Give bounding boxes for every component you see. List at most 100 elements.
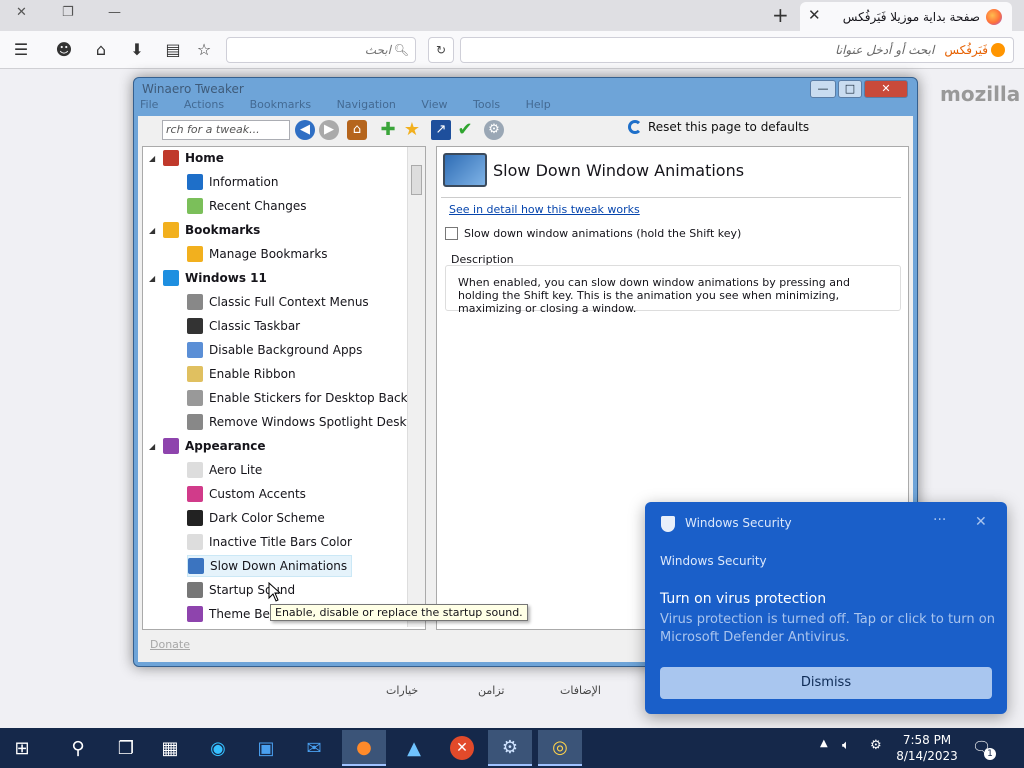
browser-toolbar: ☰ ☻ ⌂ ⬇ ▤ ☆ 🔍︎ ابحث ↻ فَيَرفُكس ابحث أو …	[0, 31, 1024, 69]
search-input[interactable]: 🔍︎ ابحث	[226, 37, 416, 63]
settings-taskbar-icon[interactable]: ⚙	[488, 730, 532, 766]
apply-check-icon[interactable]: ✔	[455, 120, 475, 140]
window-restore-button[interactable]: ❐	[62, 5, 74, 20]
tweak-detail-link[interactable]: See in detail how this tweak works	[449, 203, 640, 216]
mozilla-logo: mozilla	[940, 82, 1021, 106]
tree-item[interactable]: Manage Bookmarks	[187, 243, 328, 265]
donate-link[interactable]: Donate	[150, 638, 190, 651]
menu-help[interactable]: Help	[526, 98, 551, 111]
reload-button[interactable]: ↻	[428, 37, 454, 63]
add-bookmark-icon[interactable]: ✚	[378, 120, 398, 140]
tree-item[interactable]: Recent Changes	[187, 195, 306, 217]
maximize-button[interactable]: □	[838, 80, 862, 98]
widgets-icon[interactable]: ▦	[148, 730, 192, 766]
tree-item[interactable]: Enable Ribbon	[187, 363, 296, 385]
tree-vertical-scrollbar[interactable]	[407, 147, 425, 627]
expand-arrow-icon[interactable]: ◢	[149, 274, 157, 283]
bookmark-star-icon[interactable]: ☆	[193, 39, 215, 61]
dismiss-button[interactable]: Dismiss	[660, 667, 992, 699]
tree-item[interactable]: Information	[187, 171, 278, 193]
shortcut-icon[interactable]: ↗	[431, 120, 451, 140]
footer-link-addons[interactable]: الإضافات	[560, 684, 601, 697]
slow-animations-checkbox[interactable]: Slow down window animations (hold the Sh…	[445, 227, 741, 240]
window-close-button[interactable]: ✕	[16, 5, 27, 20]
window-animation-icon	[443, 153, 487, 187]
tree-category[interactable]: ◢ Windows 11	[149, 267, 267, 289]
tweak-icon	[187, 510, 203, 526]
window-minimize-button[interactable]: —	[108, 5, 121, 20]
settings-tray-icon[interactable]: ⚙	[870, 738, 882, 753]
account-icon[interactable]: ☻	[53, 39, 75, 61]
tree-item[interactable]: Classic Full Context Menus	[187, 291, 369, 313]
mouse-cursor-icon	[268, 582, 282, 602]
tree-item[interactable]: Custom Accents	[187, 483, 306, 505]
tweak-icon	[163, 438, 179, 454]
checkbox-box[interactable]	[445, 227, 458, 240]
menu-view[interactable]: View	[421, 98, 447, 111]
browser-tab[interactable]: صفحة بداية موزيلا فَيَرفُكس	[800, 2, 1012, 31]
bookmarks-star-icon[interactable]: ★	[402, 120, 422, 140]
scroll-thumb[interactable]	[411, 165, 422, 195]
reset-page-button[interactable]: Reset this page to defaults	[628, 120, 809, 134]
settings-gear-icon[interactable]: ⚙	[484, 120, 504, 140]
more-options-icon[interactable]: ···	[933, 512, 946, 528]
url-bar[interactable]: فَيَرفُكس ابحث أو أدخل عنوانا	[460, 37, 1014, 63]
edge-icon[interactable]: ◉	[196, 730, 240, 766]
minimize-button[interactable]: —	[810, 80, 836, 98]
expand-arrow-icon[interactable]: ◢	[149, 442, 157, 451]
clock[interactable]: 7:58 PM 8/14/2023	[896, 732, 958, 764]
close-tab-button[interactable]: ✕	[808, 6, 821, 24]
search-icon[interactable]: ⚲	[56, 730, 100, 766]
tree-item[interactable]: Aero Lite	[187, 459, 262, 481]
notification-count-badge: 1	[984, 748, 996, 760]
tray-overflow-icon[interactable]: ▲	[820, 738, 828, 749]
downloads-icon[interactable]: ⬇	[126, 39, 148, 61]
photos-icon[interactable]: ▲	[392, 730, 436, 766]
tweak-search-input[interactable]: rch for a tweak...	[162, 120, 290, 140]
menu-navigation[interactable]: Navigation	[337, 98, 396, 111]
store-icon[interactable]: ▣	[244, 730, 288, 766]
close-button[interactable]: ✕	[864, 80, 908, 98]
tree-item[interactable]: Disable Background Apps	[187, 339, 362, 361]
back-icon[interactable]: ◀	[295, 120, 315, 140]
tree-label: Bookmarks	[185, 223, 261, 237]
tree-label: Information	[209, 175, 279, 189]
app-red-icon[interactable]: ✕	[440, 730, 484, 766]
footer-link-options[interactable]: خيارات	[386, 684, 418, 697]
tree-item[interactable]: Slow Down Animations	[187, 555, 353, 577]
start-windows-icon[interactable]: ⊞	[0, 730, 44, 766]
windows-security-toast[interactable]: Windows Security ··· ✕ Windows Security …	[645, 502, 1007, 714]
task-view-icon[interactable]: ❐	[104, 730, 148, 766]
menu-tools[interactable]: Tools	[473, 98, 500, 111]
firefox-taskbar-icon[interactable]: ●	[342, 730, 386, 766]
mail-icon[interactable]: ✉	[292, 730, 336, 766]
expand-arrow-icon[interactable]: ◢	[149, 226, 157, 235]
toast-close-icon[interactable]: ✕	[975, 514, 987, 530]
winaero-taskbar-icon[interactable]: ◎	[538, 730, 582, 766]
menu-bookmarks[interactable]: Bookmarks	[250, 98, 311, 111]
menu-icon[interactable]: ☰	[10, 39, 32, 61]
menu-file[interactable]: File	[140, 98, 158, 111]
taskbar: ⊞ ⚲ ❐ ▦ ◉ ▣ ✉ ● ▲ ✕ ⚙ ◎ ▲ 🔈︎ ⚙ 7:58 PM 8…	[0, 728, 1024, 768]
tweak-icon	[163, 270, 179, 286]
tree-item[interactable]: Classic Taskbar	[187, 315, 300, 337]
tree-category[interactable]: ◢ Home	[149, 147, 224, 169]
library-icon[interactable]: ▤	[162, 39, 184, 61]
new-tab-button[interactable]: +	[772, 3, 789, 27]
tree-item[interactable]: Dark Color Scheme	[187, 507, 325, 529]
reset-label: Reset this page to defaults	[648, 120, 810, 134]
home-icon[interactable]: ⌂	[90, 39, 112, 61]
tree-item[interactable]: Enable Stickers for Desktop Background	[187, 387, 425, 409]
home-icon[interactable]: ⌂	[347, 120, 367, 140]
menu-actions[interactable]: Actions	[184, 98, 224, 111]
tree-category[interactable]: ◢ Appearance	[149, 435, 266, 457]
tree-category[interactable]: ◢ Bookmarks	[149, 219, 260, 241]
tree-item[interactable]: Remove Windows Spotlight Desktop Icon	[187, 411, 425, 433]
volume-icon[interactable]: 🔈︎	[842, 738, 850, 753]
expand-arrow-icon[interactable]: ◢	[149, 154, 157, 163]
url-brand-label: فَيَرفُكس	[944, 43, 988, 57]
footer-link-sync[interactable]: تزامن	[478, 684, 504, 697]
tree-item[interactable]: Inactive Title Bars Color	[187, 531, 352, 553]
tweaks-tree[interactable]: ◢ Home Information Recent Changes ◢ Bookmarks…	[142, 146, 426, 630]
forward-icon[interactable]: ▶	[319, 120, 339, 140]
